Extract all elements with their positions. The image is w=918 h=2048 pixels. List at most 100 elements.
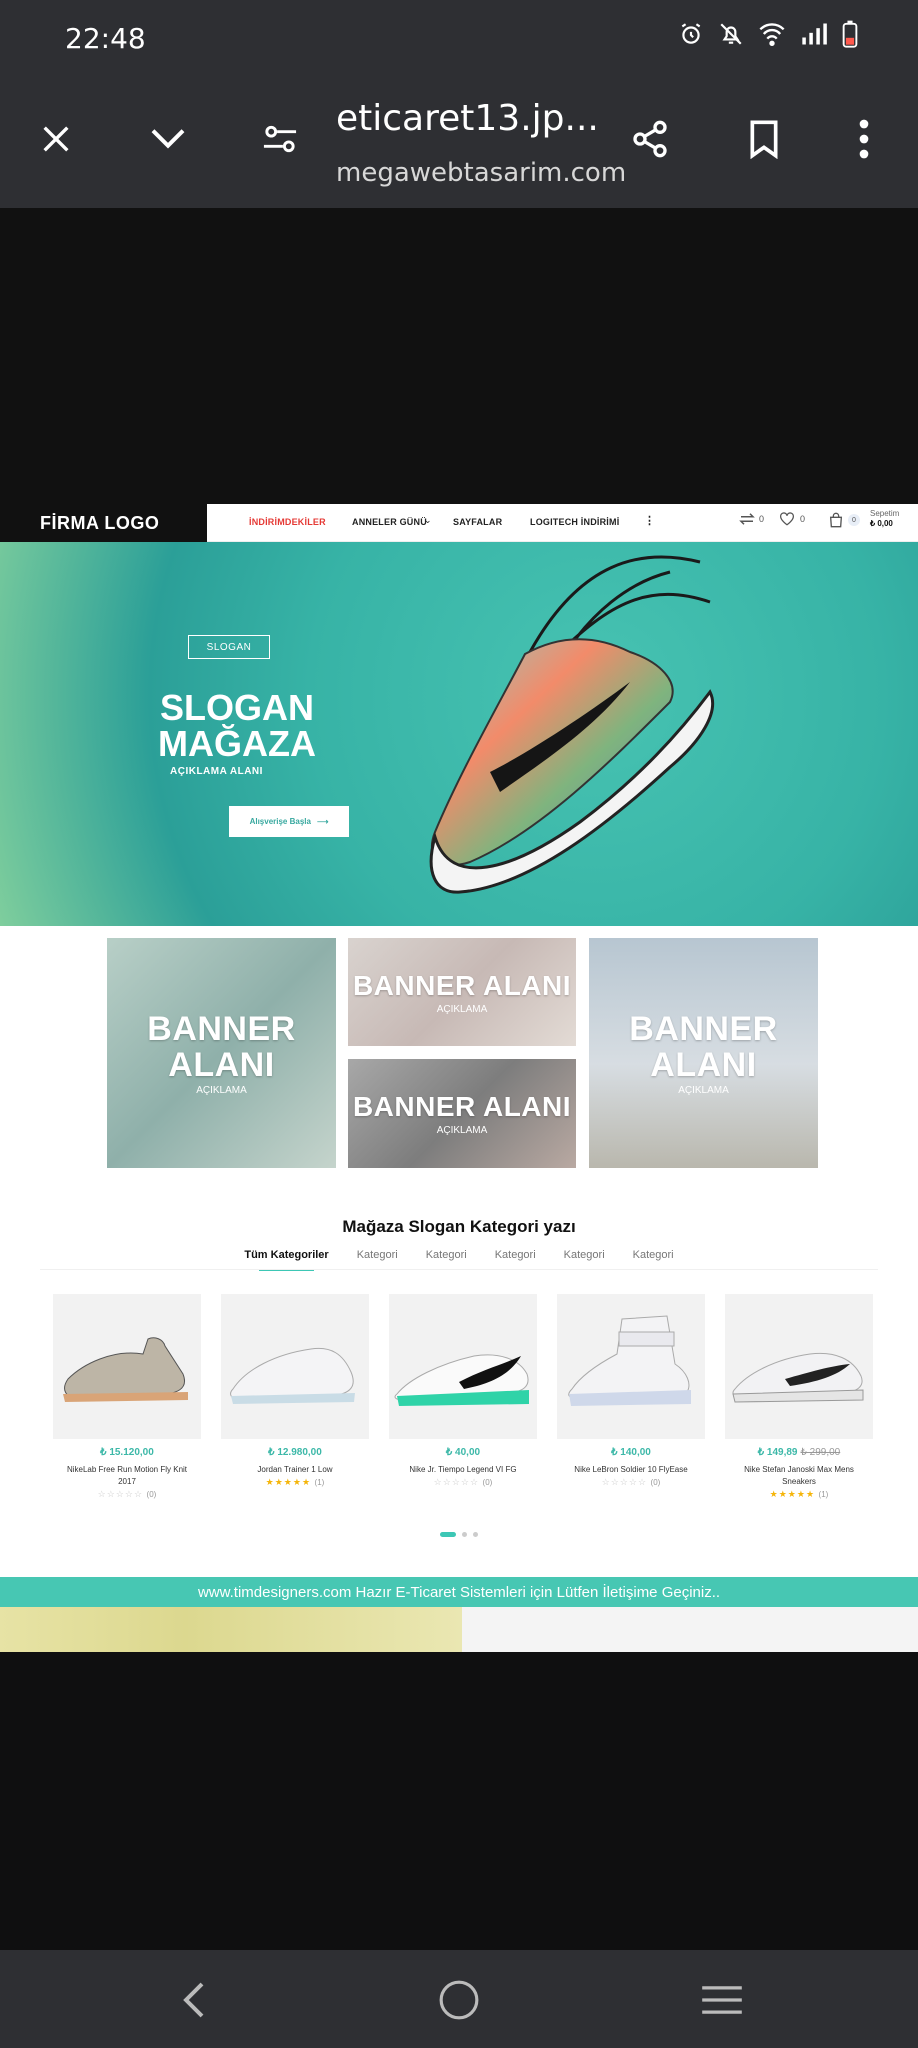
product-price: ₺ 15.120,00: [53, 1447, 201, 1458]
product-price: ₺ 12.980,00: [221, 1447, 369, 1458]
carousel-dot[interactable]: [440, 1532, 456, 1537]
page-domain[interactable]: megawebtasarim.com: [336, 158, 626, 188]
wishlist-count: 0: [800, 514, 806, 524]
nav-item-discounts[interactable]: İNDİRİMDEKİLER: [249, 517, 326, 527]
banner-3-desc: AÇIKLAMA: [436, 1125, 488, 1136]
minimize-button[interactable]: [144, 115, 192, 163]
tabs-divider: [40, 1269, 878, 1270]
nav-item-logitech[interactable]: LOGITECH İNDİRİMİ: [530, 517, 619, 527]
tab-category-3[interactable]: Kategori: [495, 1249, 536, 1261]
back-icon: [183, 1982, 204, 2018]
banner-2-title: BANNER ALANI: [352, 969, 572, 1001]
old-price: ₺ 299,00: [800, 1447, 841, 1458]
product-image[interactable]: [221, 1294, 369, 1439]
share-button[interactable]: [626, 115, 674, 163]
compare-count: 0: [759, 514, 765, 524]
rating-stars: ★★★★★ (1): [221, 1477, 369, 1488]
product-name[interactable]: Nike Stefan Janoski Max Mens Sneakers: [725, 1464, 873, 1488]
shoe-image: [394, 1354, 529, 1406]
tab-category-1[interactable]: Kategori: [357, 1249, 398, 1261]
banner-2[interactable]: BANNER ALANI AÇIKLAMA: [348, 938, 576, 1046]
start-shopping-label: Alışverişe Başla: [249, 817, 311, 826]
stars: ★★★★★: [265, 1477, 312, 1487]
chevron-down-icon: [151, 129, 185, 149]
review-count: (1): [818, 1490, 829, 1499]
menu-lines-icon: [702, 1986, 742, 2014]
product-card[interactable]: ₺ 40,00 Nike Jr. Tiempo Legend VI FG ☆☆☆…: [389, 1294, 537, 1488]
product-image[interactable]: [53, 1294, 201, 1439]
nav-item-mothers-day[interactable]: ANNELER GÜNÜ: [352, 517, 427, 527]
cart-summary[interactable]: Sepetim ₺ 0,00: [870, 509, 899, 529]
wishlist-button[interactable]: 0: [779, 512, 805, 526]
rating-stars: ☆☆☆☆☆ (0): [389, 1477, 537, 1488]
banner-4-title-line1: BANNER: [629, 1009, 778, 1048]
cart-button[interactable]: 0: [828, 512, 860, 528]
banner-3[interactable]: BANNER ALANI AÇIKLAMA: [348, 1059, 576, 1168]
hero-sneaker-image: [429, 555, 715, 894]
battery-icon: [842, 20, 858, 48]
product-name[interactable]: Nike Jr. Tiempo Legend VI FG: [389, 1464, 537, 1476]
product-card[interactable]: ₺ 149,89 ₺ 299,00 Nike Stefan Janoski Max…: [725, 1294, 873, 1500]
page-settings-button[interactable]: [256, 115, 304, 163]
shopping-bag-icon: [829, 512, 843, 528]
carousel-dot[interactable]: [473, 1532, 478, 1537]
tab-category-4[interactable]: Kategori: [564, 1249, 605, 1261]
price-value: ₺ 140,00: [611, 1447, 651, 1458]
chevron-down-icon: ⌄: [424, 515, 432, 525]
banner-1-title-line1: BANNER: [147, 1009, 296, 1048]
contact-notice-bar[interactable]: www.timdesigners.com Hazır E-Ticaret Sis…: [0, 1577, 918, 1607]
hero-description: AÇIKLAMA ALANI: [170, 766, 263, 777]
image-viewer-background: [0, 208, 918, 504]
home-button[interactable]: [437, 1980, 481, 2020]
signal-icon: [802, 23, 827, 45]
close-tab-button[interactable]: [32, 115, 80, 163]
banner-3-title: BANNER ALANI: [352, 1091, 572, 1122]
cart-total: ₺ 0,00: [870, 519, 893, 528]
product-name[interactable]: Nike LeBron Soldier 10 FlyEase: [557, 1464, 705, 1476]
carousel-dot[interactable]: [462, 1532, 467, 1537]
status-icons: [678, 20, 858, 48]
product-image[interactable]: [725, 1294, 873, 1439]
nav-item-pages[interactable]: SAYFALAR: [453, 517, 502, 527]
product-price: ₺ 149,89 ₺ 299,00: [725, 1447, 873, 1458]
recent-apps-button[interactable]: [700, 1980, 744, 2020]
stars: ☆☆☆☆☆: [433, 1477, 480, 1487]
close-icon: [43, 126, 69, 152]
more-options-button[interactable]: [840, 115, 888, 163]
hero-slider: SLOGAN SLOGAN MAĞAZA AÇIKLAMA ALANI Alış…: [0, 542, 918, 926]
product-card[interactable]: ₺ 140,00 Nike LeBron Soldier 10 FlyEase …: [557, 1294, 705, 1488]
cart-label: Sepetim: [870, 509, 900, 518]
price-value: ₺ 40,00: [445, 1447, 481, 1458]
rating-stars: ☆☆☆☆☆ (0): [53, 1489, 201, 1500]
nav-more-icon[interactable]: ⋮: [644, 514, 655, 527]
carousel-dots: [440, 1532, 478, 1537]
firma-logo[interactable]: FİRMA LOGO: [0, 504, 207, 542]
stars: ☆☆☆☆☆: [97, 1489, 144, 1499]
compare-button[interactable]: 0: [738, 512, 764, 526]
product-name[interactable]: NikeLab Free Run Motion Fly Knit 2017: [53, 1464, 201, 1488]
product-name[interactable]: Jordan Trainer 1 Low: [221, 1464, 369, 1476]
tab-category-5[interactable]: Kategori: [633, 1249, 674, 1261]
tab-category-2[interactable]: Kategori: [426, 1249, 467, 1261]
banner-4[interactable]: BANNER ALANI AÇIKLAMA: [589, 938, 818, 1168]
status-time: 22:48: [65, 22, 146, 55]
browser-toolbar: eticaret13.jp... megawebtasarim.com: [0, 70, 918, 208]
shoe-image: [732, 1352, 864, 1403]
product-image[interactable]: [557, 1294, 705, 1439]
product-card[interactable]: ₺ 15.120,00 NikeLab Free Run Motion Fly …: [53, 1294, 201, 1500]
page-title[interactable]: eticaret13.jp...: [336, 98, 599, 139]
banner-1[interactable]: BANNER ALANI AÇIKLAMA: [107, 938, 336, 1168]
back-button[interactable]: [172, 1980, 216, 2020]
alarm-icon: [681, 23, 701, 44]
hero-title-line1: SLOGAN: [159, 687, 314, 728]
tab-all-categories[interactable]: Tüm Kategoriler: [244, 1249, 329, 1271]
notifications-off-icon: [720, 23, 742, 45]
product-image[interactable]: [389, 1294, 537, 1439]
wifi-icon: [759, 23, 785, 46]
banner-2-desc: AÇIKLAMA: [436, 1003, 488, 1015]
product-card[interactable]: ₺ 12.980,00 Jordan Trainer 1 Low ★★★★★ (…: [221, 1294, 369, 1488]
bookmark-button[interactable]: [740, 115, 788, 163]
start-shopping-button[interactable]: Alışverişe Başla ⟶: [229, 806, 349, 837]
rating-stars: ☆☆☆☆☆ (0): [557, 1477, 705, 1488]
review-count: (0): [146, 1490, 157, 1499]
